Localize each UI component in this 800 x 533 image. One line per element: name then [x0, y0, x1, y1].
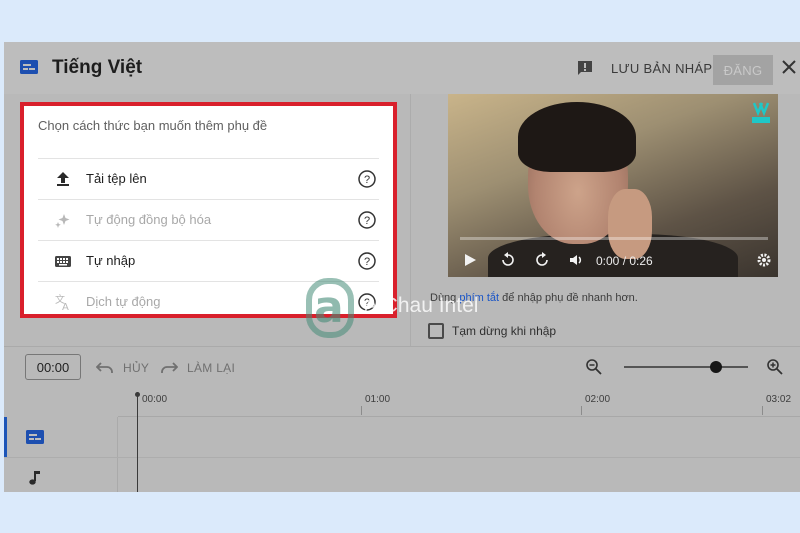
timeline-ruler[interactable]: 00:00 01:00 02:00 03:02	[118, 392, 800, 417]
option-label: Dịch tự động	[86, 294, 161, 309]
tick-label: 02:00	[585, 394, 611, 405]
keyboard-icon	[55, 256, 71, 267]
play-icon[interactable]	[462, 252, 478, 268]
subtitles-icon	[26, 430, 44, 444]
translate-icon: 文 A	[55, 293, 69, 311]
music-note-icon	[29, 471, 40, 485]
video-progress-bar[interactable]	[460, 237, 768, 240]
svg-text:A: A	[62, 302, 69, 311]
redo-button[interactable]: LÀM LẠI	[187, 361, 235, 375]
volume-icon[interactable]	[568, 252, 584, 268]
video-frame	[608, 189, 652, 259]
subtitles-icon	[20, 60, 38, 74]
tick-label: 01:00	[365, 394, 391, 405]
vlive-logo	[752, 102, 770, 123]
undo-button[interactable]: HỦY	[123, 361, 149, 375]
timeline-divider	[4, 346, 800, 347]
tick-mark	[361, 406, 362, 415]
current-time-input[interactable]: 00:00	[25, 354, 81, 380]
video-frame	[518, 102, 636, 172]
rewind-icon[interactable]	[500, 252, 516, 268]
svg-text:?: ?	[364, 174, 370, 186]
zoom-in-icon[interactable]	[766, 358, 784, 376]
help-icon[interactable]: ?	[357, 169, 377, 189]
zoom-slider-thumb[interactable]	[709, 361, 722, 373]
close-icon[interactable]	[780, 58, 798, 76]
tick-label: 00:00	[142, 394, 168, 405]
redo-icon[interactable]	[160, 360, 178, 376]
zoom-slider[interactable]	[624, 361, 748, 373]
option-label: Tự nhập	[86, 253, 136, 268]
watermark-logo: a A Chau Intel	[306, 278, 506, 338]
undo-icon[interactable]	[96, 360, 114, 376]
dialog-header: Tiếng Việt LƯU BẢN NHÁP ĐĂNG	[4, 42, 800, 94]
tick-label: 03:02	[766, 394, 792, 405]
page-title: Tiếng Việt	[52, 57, 143, 78]
save-draft-button[interactable]: LƯU BẢN NHÁP	[611, 61, 712, 76]
playhead[interactable]	[137, 392, 138, 492]
option-label: Tự động đồng bộ hóa	[86, 212, 212, 227]
help-icon[interactable]: ?	[357, 210, 377, 230]
subtitle-editor-dialog: Tiếng Việt LƯU BẢN NHÁP ĐĂNG Chọn cách t…	[4, 42, 800, 492]
upload-icon	[57, 172, 69, 186]
publish-button[interactable]: ĐĂNG	[713, 55, 773, 85]
zoom-out-icon[interactable]	[585, 358, 603, 376]
watermark-text: A Chau Intel	[364, 294, 479, 317]
audio-track[interactable]	[4, 458, 118, 492]
hint-text: để nhập phụ đề nhanh hơn.	[502, 292, 638, 304]
option-label: Tải tệp lên	[86, 171, 147, 186]
forward-icon[interactable]	[534, 252, 550, 268]
auto-sync-sparkle-icon	[55, 214, 70, 228]
panel-title: Chọn cách thức bạn muốn thêm phụ đề	[38, 118, 268, 133]
gear-icon[interactable]	[756, 252, 772, 268]
help-icon[interactable]: ?	[357, 251, 377, 271]
feedback-icon[interactable]	[576, 59, 594, 77]
video-time: 0:00 / 0:26	[596, 254, 653, 268]
watermark-letter: a	[314, 282, 344, 333]
track-divider	[4, 457, 800, 458]
playhead-handle[interactable]	[135, 392, 140, 397]
video-player[interactable]: 0:00 / 0:26	[448, 94, 778, 277]
option-auto-sync[interactable]: Tự động đồng bộ hóa ?	[38, 200, 379, 241]
option-type-manually[interactable]: Tự nhập ?	[38, 241, 379, 282]
tick-mark	[762, 406, 763, 415]
option-upload-file[interactable]: Tải tệp lên ?	[38, 159, 379, 200]
svg-text:?: ?	[364, 256, 370, 268]
subtitle-track[interactable]	[4, 417, 118, 457]
tick-mark	[581, 406, 582, 415]
svg-text:?: ?	[364, 215, 370, 227]
